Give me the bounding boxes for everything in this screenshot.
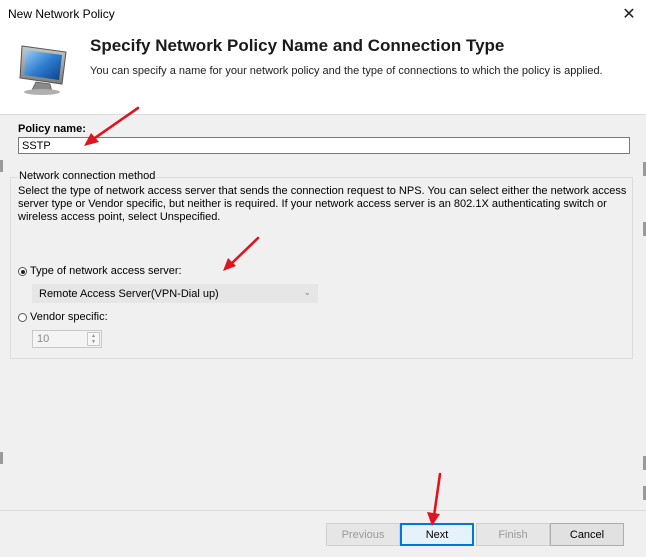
dropdown-chevron-icon: ⌄ (303, 287, 311, 297)
spinner-buttons: ▲ ▼ (87, 332, 100, 346)
close-icon: ✕ (622, 6, 636, 23)
wizard-header: Specify Network Policy Name and Connecti… (0, 28, 646, 115)
policy-name-input[interactable] (18, 137, 630, 154)
vendor-code-value: 10 (37, 333, 50, 345)
policy-name-label: Policy name: (18, 123, 86, 135)
connection-method-description: Select the type of network access server… (18, 185, 627, 223)
title-bar: New Network Policy ✕ (0, 0, 646, 28)
window-title: New Network Policy (8, 7, 115, 21)
connection-method-legend: Network connection method (18, 170, 157, 182)
footer-separator (0, 510, 646, 511)
window-edge-fragment (0, 160, 3, 172)
annotation-arrow-icon (427, 472, 442, 526)
vendor-specific-label[interactable]: Vendor specific: (30, 311, 108, 323)
page-title: Specify Network Policy Name and Connecti… (90, 36, 505, 55)
next-button[interactable]: Next (400, 523, 474, 546)
computer-monitor-icon (19, 45, 67, 95)
network-access-server-type-select[interactable]: Remote Access Server(VPN-Dial up) ⌄ (32, 284, 318, 303)
network-access-server-type-label[interactable]: Type of network access server: (30, 265, 182, 277)
select-value: Remote Access Server(VPN-Dial up) (39, 288, 219, 300)
finish-button[interactable]: Finish (476, 523, 550, 546)
window-edge-fragment (0, 452, 3, 464)
previous-button[interactable]: Previous (326, 523, 400, 546)
close-button[interactable]: ✕ (612, 0, 646, 28)
page-subtitle: You can specify a name for your network … (90, 65, 603, 77)
spin-down-icon[interactable]: ▼ (88, 339, 99, 345)
vendor-specific-spinner[interactable]: 10 ▲ ▼ (32, 330, 102, 348)
vendor-specific-radio[interactable] (18, 313, 27, 322)
network-access-server-type-radio[interactable] (18, 267, 27, 276)
cancel-button[interactable]: Cancel (550, 523, 624, 546)
